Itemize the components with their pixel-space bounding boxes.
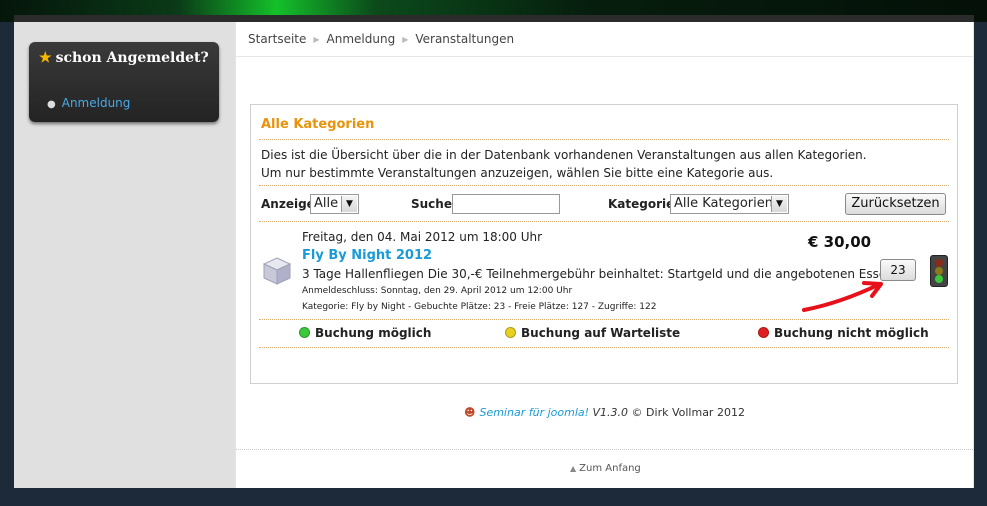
divider [259, 185, 949, 186]
display-select[interactable]: Alle ▼ [310, 194, 359, 214]
category-select[interactable]: Alle Kategorien ▼ [670, 194, 789, 214]
legend-label: Buchung nicht möglich [774, 326, 929, 340]
login-module-title: ★ schon Angemeldet? [39, 50, 209, 66]
event-date: Freitag, den 04. Mai 2012 um 18:00 Uhr [302, 230, 543, 244]
main-content: Startseite ▶ Anmeldung ▶ Veranstaltungen All… [236, 22, 973, 488]
breadcrumb-current: Veranstaltungen [415, 32, 515, 46]
credit-version: V1.3.0 [592, 406, 629, 419]
event-meta: Kategorie: Fly by Night - Gebuchte Plätz… [302, 302, 657, 312]
divider [259, 347, 949, 348]
login-link[interactable]: Anmeldung [62, 96, 131, 110]
login-module-title-text: schon Angemeldet? [55, 50, 209, 66]
breadcrumb-separator-icon: ▶ [313, 35, 320, 44]
divider [259, 221, 949, 222]
footer-divider [236, 449, 973, 450]
booked-places-button[interactable]: 23 [880, 259, 916, 281]
breadcrumb-separator-icon: ▶ [402, 35, 409, 44]
chevron-down-icon: ▼ [771, 196, 787, 212]
traffic-light-red [935, 259, 943, 267]
search-input[interactable] [452, 194, 560, 214]
login-link-item: ● Anmeldung [47, 96, 130, 110]
reset-button[interactable]: Zurücksetzen [845, 193, 946, 215]
package-icon [262, 257, 292, 285]
legend-label: Buchung möglich [315, 326, 432, 340]
category-description-line2: Um nur bestimmte Veranstaltungen anzuzei… [261, 166, 774, 180]
star-icon: ★ [39, 50, 52, 66]
yellow-dot-icon [505, 327, 516, 338]
legend-item-waitlist: Buchung auf Warteliste [505, 326, 680, 340]
category-box: Alle Kategorien Dies ist die Übersicht ü… [250, 104, 958, 384]
left-sidebar: ★ schon Angemeldet? ● Anmeldung [14, 22, 235, 488]
credit-link[interactable]: Seminar für joomla! [479, 406, 589, 419]
traffic-light-yellow [935, 267, 943, 275]
category-description-line1: Dies ist die Übersicht über die in der D… [261, 148, 867, 162]
legend-item-available: Buchung möglich [299, 326, 431, 340]
event-title-link[interactable]: Fly By Night 2012 [302, 248, 432, 263]
green-dot-icon [299, 327, 310, 338]
breadcrumb-divider [236, 56, 973, 57]
footer-credit: ☻ Seminar für joomla! V1.3.0 © Dirk Vollm… [464, 406, 745, 419]
event-deadline: Anmeldeschluss: Sonntag, den 29. April 2… [302, 286, 573, 296]
breadcrumb-anmeldung[interactable]: Anmeldung [327, 32, 396, 46]
breadcrumb: Startseite ▶ Anmeldung ▶ Veranstaltungen [248, 32, 514, 46]
red-dot-icon [758, 327, 769, 338]
bullet-icon: ● [47, 99, 56, 110]
page-edge [974, 22, 987, 488]
chevron-down-icon: ▼ [341, 196, 357, 212]
search-label: Suche: [411, 197, 457, 211]
display-label: Anzeige [261, 197, 315, 211]
arrow-up-icon: ▲ [570, 464, 577, 473]
user-group-icon: ☻ [464, 406, 476, 419]
header-strip [14, 15, 974, 22]
event-price: € 30,00 [808, 233, 872, 251]
event-description: 3 Tage Hallenfliegen Die 30,-€ Teilnehme… [302, 267, 899, 281]
to-top-label: Zum Anfang [579, 463, 641, 474]
legend-item-unavailable: Buchung nicht möglich [758, 326, 929, 340]
category-title: Alle Kategorien [261, 117, 375, 132]
to-top-link[interactable]: ▲ Zum Anfang [570, 463, 641, 474]
divider [259, 139, 949, 140]
display-select-value: Alle [314, 196, 339, 211]
credit-author: © Dirk Vollmar 2012 [631, 406, 745, 419]
category-label: Kategorie: [608, 197, 680, 211]
legend-label: Buchung auf Warteliste [521, 326, 681, 340]
red-arrow-annotation [802, 281, 883, 312]
page-frame: ★ schon Angemeldet? ● Anmeldung Startseite… [14, 22, 974, 488]
category-select-value: Alle Kategorien [674, 196, 774, 211]
login-module: ★ schon Angemeldet? ● Anmeldung [29, 42, 219, 122]
breadcrumb-startseite[interactable]: Startseite [248, 32, 306, 46]
